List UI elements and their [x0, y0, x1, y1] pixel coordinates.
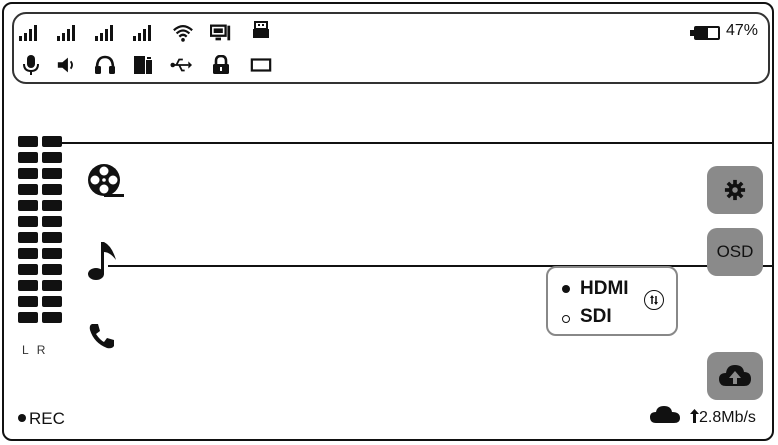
divider-line-top — [46, 142, 774, 144]
hdmi-radio-selected[interactable] — [562, 285, 570, 293]
signal-bars-icon — [18, 22, 40, 44]
audio-level-meter — [18, 136, 64, 328]
microphone-icon — [20, 54, 42, 76]
settings-button[interactable] — [707, 166, 763, 214]
cloud-icon — [648, 404, 682, 426]
status-bar — [12, 12, 770, 84]
record-label: REC — [29, 409, 65, 428]
usb-icon — [170, 54, 192, 76]
osd-button[interactable]: OSD — [707, 228, 763, 276]
film-reel-icon[interactable] — [86, 162, 126, 202]
record-status[interactable]: REC — [18, 409, 65, 429]
swap-source-icon[interactable] — [644, 290, 664, 310]
source-option-sdi[interactable]: SDI — [580, 306, 612, 328]
battery-icon — [690, 22, 724, 44]
sd-card-icon — [132, 54, 154, 76]
cloud-upload-icon — [718, 362, 752, 390]
rectangle-icon — [250, 54, 272, 76]
signal-bars-icon — [56, 22, 78, 44]
source-option-hdmi[interactable]: HDMI — [580, 278, 629, 300]
meter-channel-labels: LR — [22, 343, 53, 357]
signal-bars-icon — [94, 22, 116, 44]
divider-line-middle — [108, 265, 774, 267]
upload-arrow-icon — [690, 409, 699, 428]
phone-icon[interactable] — [88, 322, 116, 350]
battery-percentage: 47% — [726, 22, 759, 39]
headphones-icon — [94, 54, 116, 76]
upload-rate: 2.8Mb/s — [690, 409, 756, 428]
osd-button-label: OSD — [716, 242, 754, 261]
wifi-icon — [172, 22, 194, 44]
lock-icon — [210, 54, 232, 76]
signal-bars-icon — [132, 22, 154, 44]
upload-rate-value: 2.8Mb/s — [699, 409, 756, 426]
usb-drive-icon — [250, 20, 272, 42]
record-dot-icon — [18, 414, 26, 422]
speaker-icon — [56, 54, 78, 76]
monitor-icon — [210, 22, 232, 44]
cloud-upload-button[interactable] — [707, 352, 763, 400]
sdi-radio-unselected[interactable] — [562, 315, 570, 323]
meter-left-label: L — [22, 343, 37, 357]
meter-right-label: R — [36, 343, 54, 357]
music-note-icon[interactable] — [86, 238, 122, 284]
gear-icon — [724, 179, 746, 201]
video-source-selector[interactable]: HDMI SDI — [546, 266, 678, 336]
